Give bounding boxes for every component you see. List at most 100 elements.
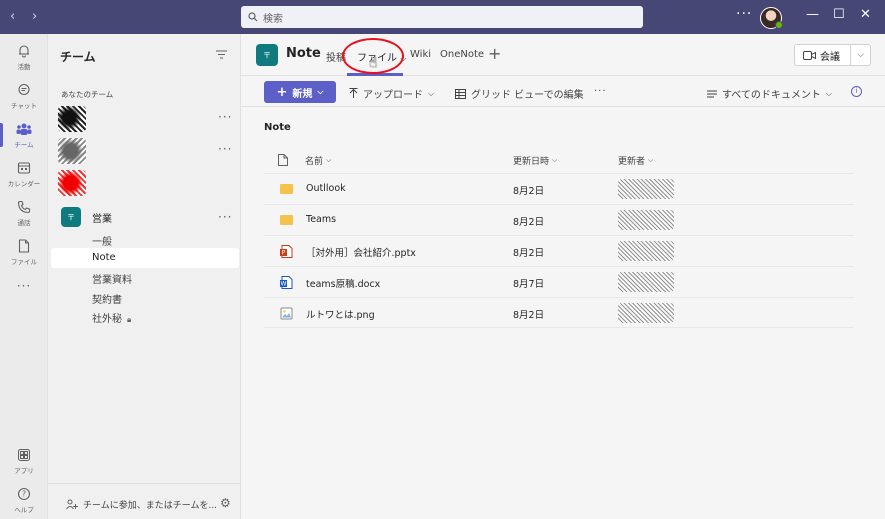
meet-options-chevron[interactable]: ⌵ xyxy=(851,50,870,60)
team-more-button[interactable]: ··· xyxy=(218,210,232,224)
rail-item-more[interactable]: ··· xyxy=(0,266,48,306)
file-date: 8月2日 xyxy=(513,186,545,197)
app-rail: 活動 チャット チーム カレンダー 通話 ファイル ··· アプリ ? ヘルプ xyxy=(0,34,48,519)
minimize-button[interactable]: — xyxy=(806,7,819,22)
redacted-team-avatar xyxy=(58,170,86,196)
apps-icon xyxy=(14,447,34,463)
rail-item-calendar[interactable]: カレンダー xyxy=(0,154,48,194)
file-date: 8月7日 xyxy=(513,279,545,290)
image-file-icon xyxy=(280,307,293,320)
chevron-down-icon: ⌵ xyxy=(648,156,654,164)
redacted-team-avatar xyxy=(58,106,86,132)
rail-label: チーム xyxy=(14,141,34,149)
file-name[interactable]: Outllook xyxy=(306,183,346,194)
file-name[interactable]: Teams xyxy=(306,214,336,225)
redacted-modifier xyxy=(618,272,674,292)
meet-label: 会議 xyxy=(820,51,840,63)
file-name[interactable]: teams原稿.docx xyxy=(306,276,380,290)
svg-text:?: ? xyxy=(22,490,26,499)
team-name-sales[interactable]: 営業 xyxy=(92,210,112,225)
plus-icon: + xyxy=(276,84,288,100)
search-placeholder: 検索 xyxy=(263,13,283,25)
search-input[interactable]: 検索 xyxy=(241,6,643,28)
chevron-down-icon: ⌵ xyxy=(326,156,332,164)
channel-selected-highlight xyxy=(51,248,239,268)
table-row[interactable]: P ［対外用］会社紹介.pptx 8月2日 xyxy=(264,235,854,266)
grid-edit-button[interactable]: グリッド ビューでの編集 xyxy=(455,86,584,101)
tab-wiki[interactable]: Wiki xyxy=(410,49,431,60)
rail-item-help[interactable]: ? ヘルプ xyxy=(0,480,48,519)
column-header-name[interactable]: 名前 ⌵ xyxy=(305,154,331,167)
rail-item-calls[interactable]: 通話 xyxy=(0,193,48,233)
table-row[interactable]: W teams原稿.docx 8月7日 xyxy=(264,266,854,297)
file-type-column-icon[interactable] xyxy=(278,154,288,166)
add-tab-button[interactable]: + xyxy=(488,44,501,63)
file-name[interactable]: ルトワとは.png xyxy=(306,307,375,321)
rail-label: 活動 xyxy=(17,63,31,71)
people-add-icon xyxy=(66,499,78,510)
table-row[interactable]: Teams 8月2日 xyxy=(264,204,854,235)
channel-sales-materials[interactable]: 営業資料 xyxy=(92,271,132,286)
back-icon[interactable]: ‹ xyxy=(10,9,15,24)
file-name[interactable]: ［対外用］会社紹介.pptx xyxy=(306,245,416,259)
bell-icon xyxy=(14,43,34,59)
team-more-button[interactable]: ··· xyxy=(218,110,232,124)
maximize-button[interactable]: ☐ xyxy=(833,7,845,22)
settings-more-button[interactable]: ··· xyxy=(736,6,752,22)
team-more-button[interactable]: ··· xyxy=(218,142,232,156)
redacted-modifier xyxy=(618,210,674,230)
file-date: 8月2日 xyxy=(513,310,545,321)
table-row[interactable]: ルトワとは.png 8月2日 xyxy=(264,297,854,328)
file-date: 8月2日 xyxy=(513,248,545,259)
upload-button[interactable]: アップロード ⌵ xyxy=(349,86,434,101)
forward-icon[interactable]: › xyxy=(32,9,37,24)
channel-header: 〒 Note 投稿 ファイル ⌵ Wiki OneNote + ☝ 会議 ⌵ xyxy=(241,34,885,76)
teams-panel: チーム あなたのチーム ··· ··· 〒 営業 ··· 一般 Note 営業資… xyxy=(48,34,241,519)
video-camera-icon xyxy=(803,50,816,60)
team-row-redacted[interactable]: ··· xyxy=(52,104,238,132)
team-row-redacted[interactable]: ··· xyxy=(52,136,238,164)
channel-note[interactable]: Note xyxy=(92,252,116,263)
team-row-redacted[interactable] xyxy=(52,168,238,196)
lock-icon: 🔒︎ xyxy=(127,315,132,324)
channel-label: 社外秘 xyxy=(92,314,122,325)
list-view-icon xyxy=(707,90,717,97)
folder-icon xyxy=(280,184,293,194)
upload-icon xyxy=(349,88,358,98)
meet-now-button[interactable]: 会議 xyxy=(795,45,851,65)
column-header-modified[interactable]: 更新日時 ⌵ xyxy=(513,154,557,167)
table-row[interactable]: Outllook 8月2日 xyxy=(264,173,854,204)
join-team-button[interactable]: チームに参加、またはチームを... xyxy=(66,498,217,511)
info-icon[interactable]: i xyxy=(851,86,862,97)
rail-label: アプリ xyxy=(14,467,34,475)
meet-button[interactable]: 会議 ⌵ xyxy=(794,44,871,66)
rail-item-apps[interactable]: アプリ xyxy=(0,441,48,481)
gear-icon[interactable]: ⚙ xyxy=(220,496,231,510)
new-button[interactable]: + 新規 ⌵ xyxy=(264,81,336,103)
tab-onenote[interactable]: OneNote xyxy=(440,49,484,60)
close-button[interactable]: ✕ xyxy=(860,7,871,22)
filter-icon[interactable] xyxy=(216,49,227,62)
calendar-icon xyxy=(14,160,34,176)
more-icon: ··· xyxy=(16,279,32,293)
file-icon xyxy=(14,238,34,254)
rail-item-chat[interactable]: チャット xyxy=(0,76,48,116)
channel-confidential[interactable]: 社外秘 🔒︎ xyxy=(92,310,131,325)
channel-title: Note xyxy=(286,46,321,61)
view-selector[interactable]: すべてのドキュメント ⌵ xyxy=(707,86,832,101)
main-content: 〒 Note 投稿 ファイル ⌵ Wiki OneNote + ☝ 会議 ⌵ +… xyxy=(241,34,885,519)
column-header-modified-by[interactable]: 更新者 ⌵ xyxy=(618,154,653,167)
chevron-down-icon: ⌵ xyxy=(317,87,324,96)
rail-item-teams[interactable]: チーム xyxy=(0,115,48,155)
rail-label: 通話 xyxy=(17,219,31,227)
join-team-label: チームに参加、またはチームを... xyxy=(83,501,218,511)
breadcrumb: Note xyxy=(264,122,291,133)
channel-contracts[interactable]: 契約書 xyxy=(92,291,122,306)
document-icon xyxy=(278,154,288,166)
toolbar-more-button[interactable]: ··· xyxy=(594,86,607,97)
panel-title: チーム xyxy=(60,50,96,64)
channel-general[interactable]: 一般 xyxy=(92,233,112,248)
rail-item-activity[interactable]: 活動 xyxy=(0,37,48,77)
powerpoint-icon: P xyxy=(280,245,293,258)
hand-cursor-icon: ☝ xyxy=(369,55,378,71)
